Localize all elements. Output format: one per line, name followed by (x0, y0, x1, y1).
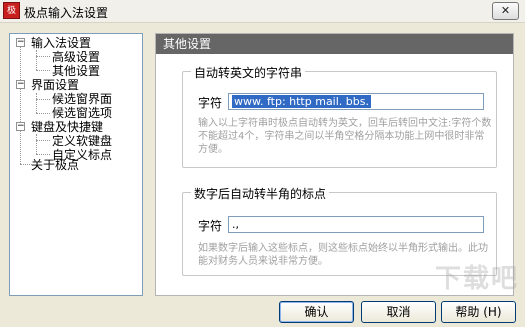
tree-line (20, 47, 21, 164)
window-title: 极点输入法设置 (24, 6, 109, 20)
english-strings-input[interactable]: www. ftp: http mail. bbs. (228, 93, 484, 110)
tree-item-about[interactable]: 关于极点 (31, 158, 79, 172)
tree-item-ui-settings[interactable]: 界面设置 (31, 78, 79, 92)
tree-line (36, 93, 37, 113)
watermark-logo: 下载吧 (434, 264, 519, 294)
settings-tree[interactable]: − 输入法设置 高级设置 其他设置 − 界面设置 候选窗界面 候选窗选项 − 键… (9, 33, 143, 296)
tree-item-candidate-ui[interactable]: 候选窗界面 (52, 92, 112, 106)
group-title: 自动转英文的字符串 (191, 64, 306, 81)
group-auto-english: 自动转英文的字符串 字符 www. ftp: http mail. bbs. 输… (182, 64, 497, 168)
collapse-toggle-icon[interactable]: − (16, 38, 25, 47)
tree-item-keyboard[interactable]: 键盘及快捷键 (31, 120, 103, 134)
tree-item-candidate-options[interactable]: 候选窗选项 (52, 106, 112, 120)
tree-line (36, 99, 50, 100)
title-bar: 极 极点输入法设置 ✕ (0, 0, 525, 23)
group-description: 输入以上字符串时极点自动转为英文，回车后转回中文注:字符个数不能超过4个，字符串… (198, 118, 492, 155)
settings-panel: 其他设置 自动转英文的字符串 字符 www. ftp: http mail. b… (155, 33, 514, 296)
punctuation-input[interactable]: ., (228, 216, 484, 233)
group-title: 数字后自动转半角的标点 (191, 185, 330, 202)
ok-button[interactable]: 确认 (279, 301, 354, 323)
tree-line (36, 50, 37, 70)
tree-line (36, 134, 37, 154)
field-label: 字符 (198, 219, 223, 233)
tree-line (36, 113, 50, 114)
cancel-button[interactable]: 取消 (361, 301, 436, 323)
app-icon: 极 (3, 2, 20, 19)
collapse-toggle-icon[interactable]: − (16, 80, 25, 89)
collapse-toggle-icon[interactable]: − (16, 122, 25, 131)
input-value: www. ftp: http mail. bbs. (232, 95, 371, 108)
tree-line (36, 140, 50, 141)
tree-item-advanced[interactable]: 高级设置 (52, 50, 100, 64)
field-label: 字符 (198, 96, 223, 110)
tree-item-input-settings[interactable]: 输入法设置 (31, 36, 91, 50)
tree-item-soft-keyboard[interactable]: 定义软键盘 (52, 134, 112, 148)
help-button[interactable]: 帮助 (H) (441, 301, 516, 323)
tree-item-other[interactable]: 其他设置 (52, 64, 100, 78)
close-button[interactable]: ✕ (492, 2, 519, 20)
panel-header: 其他设置 (156, 34, 513, 54)
tree-line (36, 56, 50, 57)
tree-line (36, 154, 50, 155)
tree-line (36, 70, 50, 71)
